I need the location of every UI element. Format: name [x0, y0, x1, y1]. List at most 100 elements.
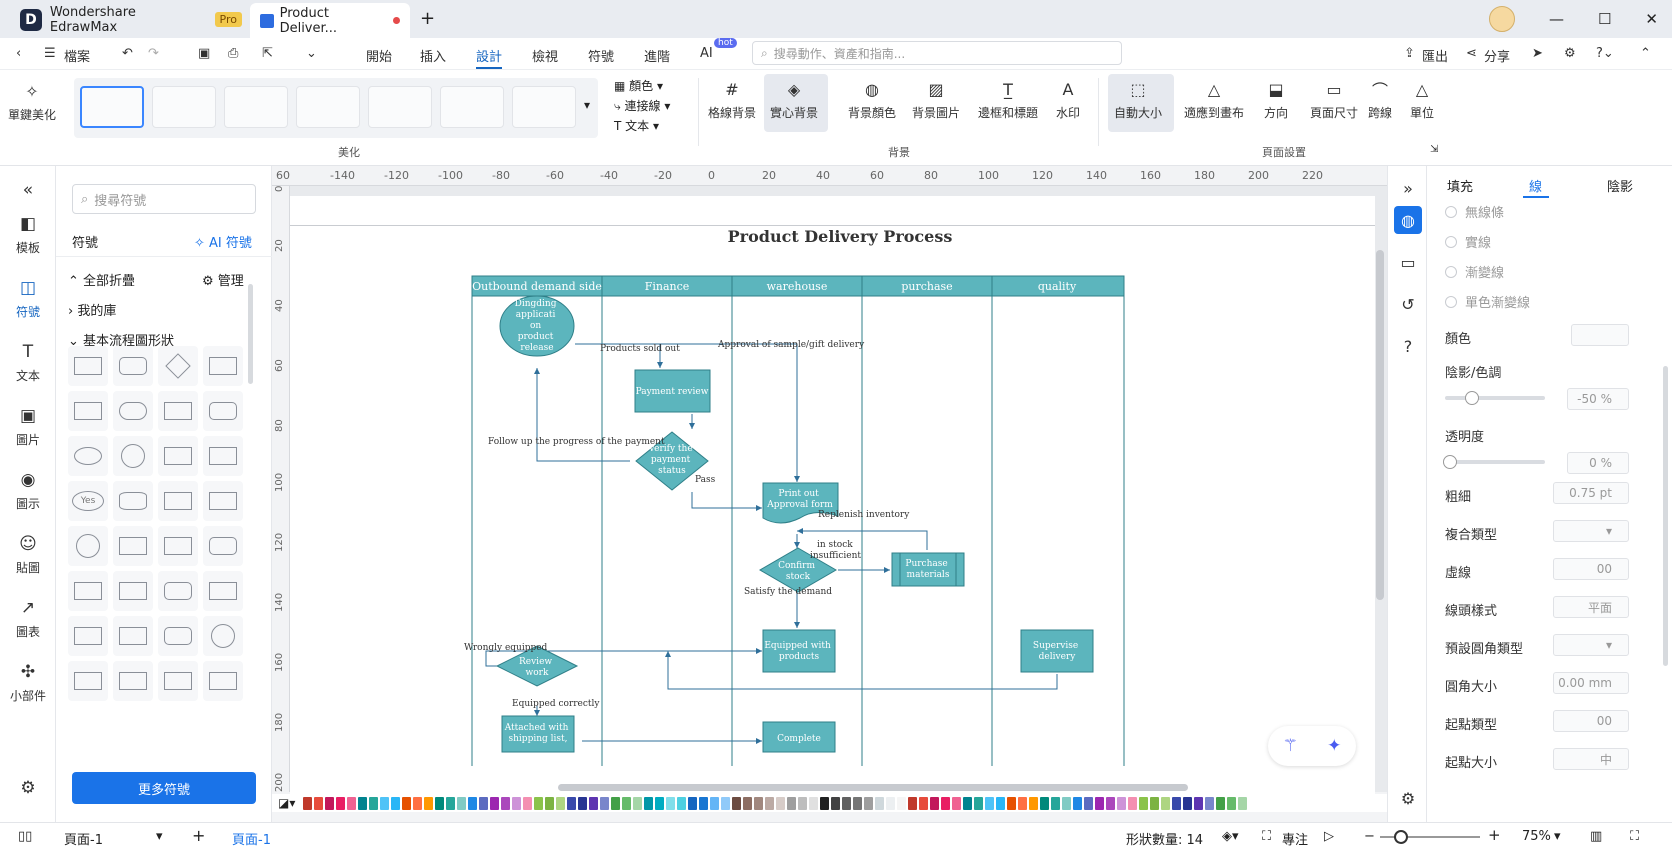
- focus-button[interactable]: 專注: [1282, 829, 1308, 848]
- zoom-in-icon[interactable]: +: [1488, 826, 1501, 844]
- color-swatch[interactable]: [534, 796, 544, 810]
- orientation-button[interactable]: ⬓ 方向: [1264, 78, 1288, 121]
- layers-icon[interactable]: ◈▾: [1222, 829, 1239, 844]
- page-selector[interactable]: 頁面-1: [64, 829, 103, 848]
- color-swatch[interactable]: [589, 796, 599, 810]
- theme-thumb-2[interactable]: [152, 86, 216, 128]
- flowchart-shape-note[interactable]: [158, 661, 198, 701]
- text-dropdown[interactable]: T 文本 ▾: [614, 116, 670, 136]
- node-equipped-products[interactable]: [762, 629, 836, 673]
- color-swatch[interactable]: [457, 796, 467, 810]
- add-page-button[interactable]: +: [192, 826, 205, 845]
- color-swatch[interactable]: [952, 796, 962, 810]
- connector-dropdown[interactable]: ⤷ 連接線 ▾: [614, 96, 670, 116]
- flowchart-shape-lines[interactable]: [113, 616, 153, 656]
- lane-quality[interactable]: quality: [1038, 280, 1077, 293]
- style-panel-icon[interactable]: ◍: [1394, 206, 1422, 234]
- menu-home[interactable]: 開始: [366, 46, 392, 65]
- color-swatch[interactable]: [1238, 796, 1248, 810]
- color-swatch[interactable]: [732, 796, 742, 810]
- save-icon[interactable]: ▣: [198, 46, 210, 61]
- radio-no-line[interactable]: 無線條: [1445, 202, 1504, 221]
- label-in-stock[interactable]: in stock: [817, 540, 853, 550]
- horizontal-scrollbar[interactable]: [558, 784, 1188, 791]
- color-swatch[interactable]: [556, 796, 566, 810]
- color-swatch[interactable]: [600, 796, 610, 810]
- nav-icons[interactable]: ◉ 圖示: [0, 470, 56, 512]
- watermark-button[interactable]: A 水印: [1056, 78, 1080, 121]
- symbol-scrollbar[interactable]: [248, 284, 253, 384]
- flowchart-shape-proc[interactable]: [158, 391, 198, 431]
- color-swatch[interactable]: [897, 796, 907, 810]
- history-icon[interactable]: ↺: [1394, 290, 1422, 318]
- color-swatch[interactable]: [743, 796, 753, 810]
- menu-design[interactable]: 設計: [476, 46, 502, 65]
- app-home-tab[interactable]: D Wondershare EdrawMax Pro: [6, 3, 242, 36]
- nav-symbols[interactable]: ◫ 符號: [0, 278, 56, 320]
- flowchart-shape-pill[interactable]: [113, 391, 153, 431]
- color-swatch[interactable]: [853, 796, 863, 810]
- flowchart-shape-user[interactable]: [203, 436, 243, 476]
- collapse-all-button[interactable]: ⌃ 全部折疊: [68, 270, 135, 289]
- connector[interactable]: [691, 492, 762, 511]
- play-icon[interactable]: ▷: [1324, 829, 1334, 844]
- color-swatch[interactable]: [545, 796, 555, 810]
- my-library-section[interactable]: › 我的庫: [68, 300, 116, 319]
- label-approval[interactable]: Approval of sample/gift delivery: [717, 340, 865, 350]
- expand-panel-icon[interactable]: »: [1394, 174, 1422, 202]
- lane-purchase[interactable]: purchase: [901, 280, 952, 293]
- color-swatch[interactable]: [325, 796, 335, 810]
- color-swatch[interactable]: [831, 796, 841, 810]
- flowchart-shape-arc[interactable]: [203, 661, 243, 701]
- border-title-button[interactable]: T̲ 邊框和標題: [978, 78, 1038, 121]
- flowchart-shape-wave[interactable]: [68, 571, 108, 611]
- color-swatch[interactable]: [1128, 796, 1138, 810]
- color-swatch[interactable]: [490, 796, 500, 810]
- search-input[interactable]: ⌕ 搜尋動作、資產和指南...: [752, 41, 1122, 65]
- shade-slider-knob[interactable]: [1465, 391, 1479, 405]
- menu-view[interactable]: 檢視: [532, 46, 558, 65]
- color-swatch[interactable]: [358, 796, 368, 810]
- color-swatch[interactable]: [578, 796, 588, 810]
- page-tab-1[interactable]: 頁面-1: [232, 829, 271, 848]
- avatar[interactable]: [1488, 6, 1515, 32]
- color-swatch[interactable]: [644, 796, 654, 810]
- properties-scrollbar[interactable]: [1663, 366, 1668, 666]
- document-tab[interactable]: Product Deliver...: [250, 3, 410, 38]
- flowchart-shape-doc[interactable]: [203, 346, 243, 386]
- color-swatch[interactable]: [820, 796, 830, 810]
- back-icon[interactable]: ‹: [16, 46, 21, 61]
- theme-thumb-7[interactable]: [512, 86, 576, 128]
- color-swatch[interactable]: [798, 796, 808, 810]
- color-swatch[interactable]: [666, 796, 676, 810]
- color-swatch[interactable]: [710, 796, 720, 810]
- nav-settings-icon[interactable]: ⚙: [0, 778, 56, 803]
- zoom-out-icon[interactable]: −: [1364, 829, 1375, 844]
- export-button[interactable]: 匯出: [1422, 46, 1448, 65]
- color-swatch[interactable]: [435, 796, 445, 810]
- theme-thumb-1[interactable]: [80, 86, 144, 128]
- lane-warehouse[interactable]: warehouse: [767, 280, 828, 293]
- start-type-select[interactable]: 00: [1553, 710, 1629, 732]
- line-jump-button[interactable]: ⌒ 跨線: [1368, 78, 1392, 121]
- lane-finance[interactable]: Finance: [645, 280, 690, 293]
- nav-text[interactable]: T 文本: [0, 342, 56, 384]
- flowchart-shape-rect[interactable]: [68, 346, 108, 386]
- node-supervise-delivery[interactable]: [1020, 629, 1094, 673]
- ai-magic-icon[interactable]: ⚚: [1283, 736, 1298, 756]
- grid-background-button[interactable]: # 格線背景: [708, 78, 756, 121]
- flowchart-shape-hex[interactable]: [68, 616, 108, 656]
- color-swatch[interactable]: [303, 796, 313, 810]
- flowchart-shape-person[interactable]: [158, 436, 198, 476]
- color-dropdown[interactable]: ▦ 顏色 ▾: [614, 76, 670, 96]
- color-swatch[interactable]: [1051, 796, 1061, 810]
- color-swatch[interactable]: [765, 796, 775, 810]
- color-swatch[interactable]: [985, 796, 995, 810]
- corner-type-select[interactable]: ▾: [1553, 634, 1629, 656]
- color-swatch[interactable]: [1183, 796, 1193, 810]
- background-image-button[interactable]: ▨ 背景圖片: [912, 78, 960, 121]
- close-icon[interactable]: ✕: [1645, 10, 1658, 28]
- arrow-style-select[interactable]: 平面: [1553, 596, 1629, 618]
- flowchart-shape-trap[interactable]: [158, 526, 198, 566]
- color-swatch[interactable]: [754, 796, 764, 810]
